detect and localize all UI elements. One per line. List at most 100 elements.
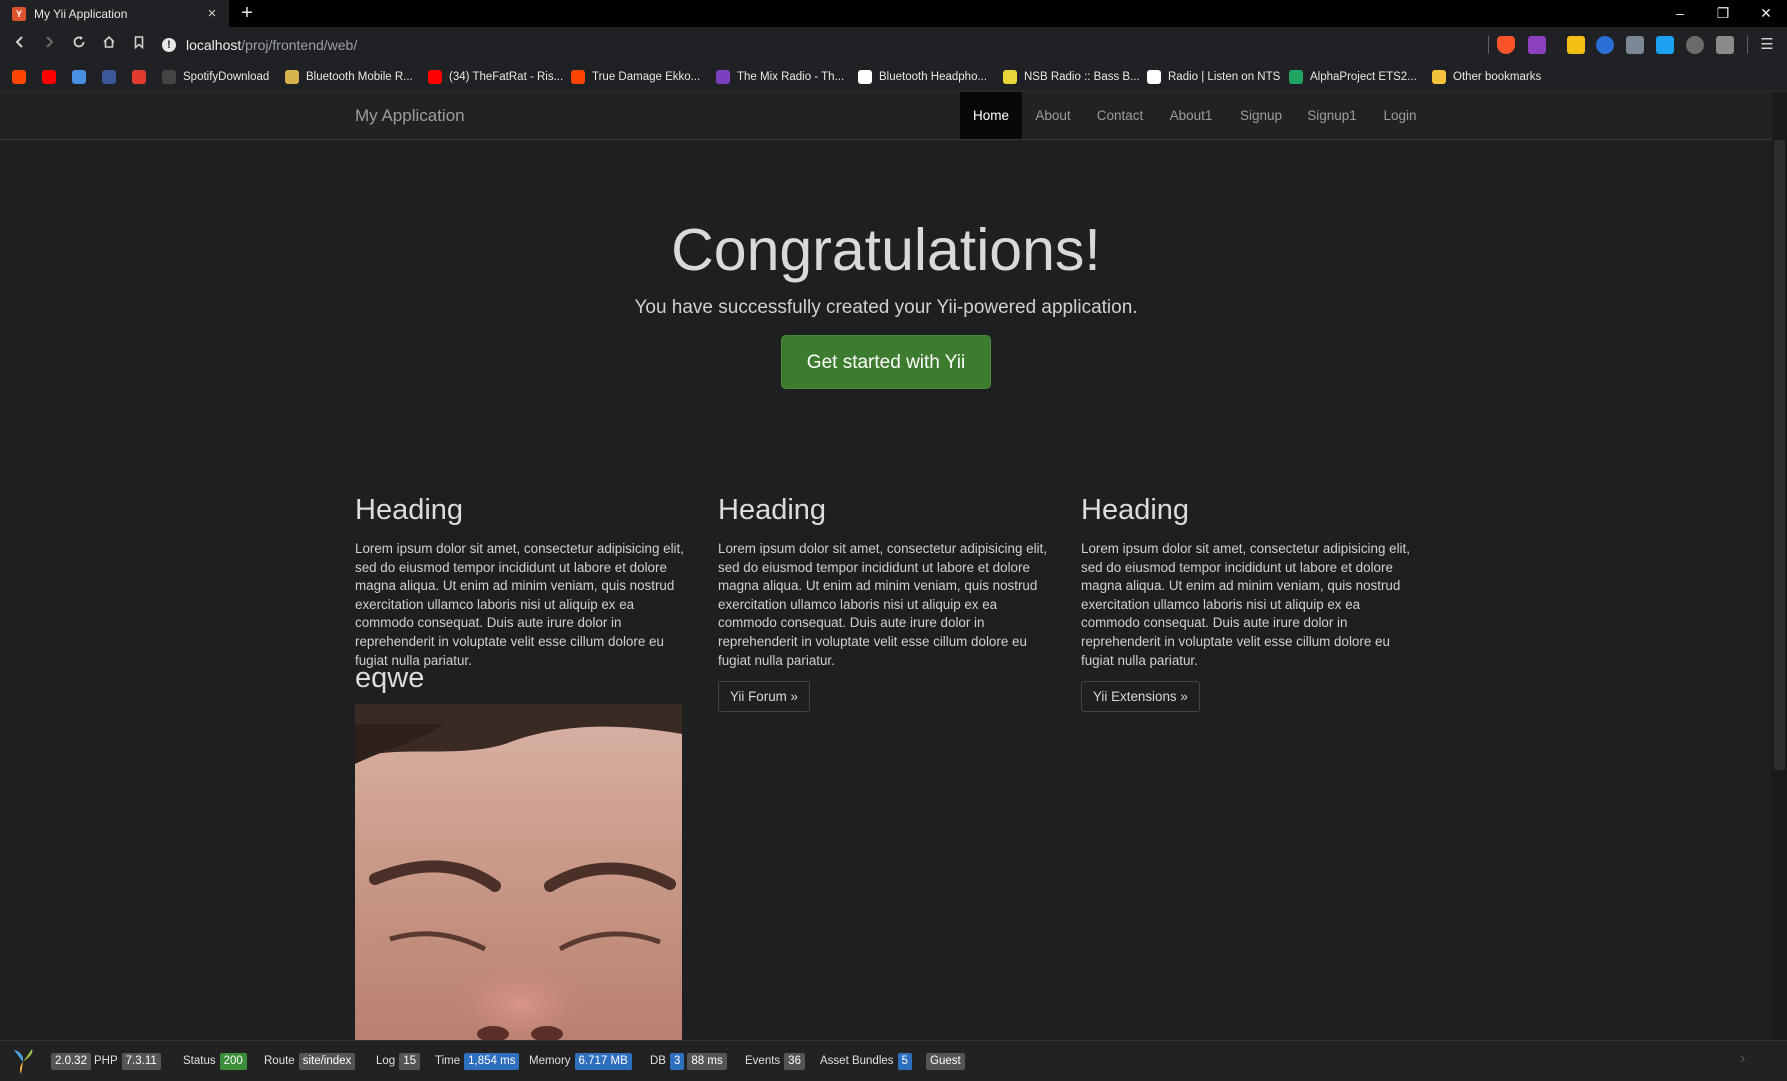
bookmark-page-icon[interactable] — [128, 34, 150, 56]
folder-icon — [1432, 70, 1446, 84]
yii-forum-button[interactable]: Yii Forum » — [718, 681, 810, 713]
forward-icon[interactable] — [38, 34, 60, 56]
user-badge: Guest — [926, 1052, 965, 1070]
debug-status[interactable]: Status 200 — [183, 1052, 250, 1070]
browser-tab[interactable]: Y My Yii Application × — [0, 0, 229, 27]
memory-badge: 6.717 MB — [574, 1052, 632, 1070]
debug-memory[interactable]: Memory 6.717 MB — [529, 1052, 635, 1070]
db-time-badge: 88 ms — [687, 1052, 727, 1070]
bookmark-item[interactable]: NSB Radio :: Bass B... — [1003, 68, 1140, 86]
bookmark-item[interactable] — [42, 68, 56, 86]
bookmark-label: Bluetooth Headpho... — [879, 71, 988, 83]
php-label: PHP — [93, 1055, 118, 1067]
db-count-badge: 3 — [669, 1052, 685, 1070]
toolbar-toggle-icon[interactable]: › — [1740, 1050, 1745, 1068]
bookmark-item[interactable]: Other bookmarks — [1432, 68, 1541, 86]
back-icon[interactable] — [9, 34, 31, 56]
nav-item-contact[interactable]: Contact — [1084, 92, 1156, 139]
bookmark-item[interactable]: True Damage Ekko... — [571, 68, 700, 86]
bookmark-label: Bluetooth Mobile R... — [306, 71, 413, 83]
debug-time[interactable]: Time 1,854 ms — [435, 1052, 522, 1070]
youtube-icon — [42, 70, 56, 84]
new-tab-button[interactable]: + — [236, 2, 258, 24]
debug-events[interactable]: Events 36 — [745, 1052, 808, 1070]
yii-logo-icon[interactable] — [8, 1046, 38, 1076]
debug-log[interactable]: Log 15 — [376, 1052, 423, 1070]
nav-item-signup[interactable]: Signup — [1226, 92, 1296, 139]
url-host: localhost — [186, 37, 242, 53]
notes-extension-icon[interactable] — [1567, 36, 1585, 54]
debug-yii-version[interactable]: 2.0.32 PHP 7.3.11 — [51, 1052, 164, 1070]
extension-icon[interactable] — [1596, 36, 1614, 54]
brave-shield-icon[interactable] — [1497, 36, 1515, 54]
x-icon — [716, 70, 730, 84]
github-icon — [162, 70, 176, 84]
address-bar: ! localhost/proj/frontend/web/ — [0, 27, 1787, 63]
toolbar-separator — [1488, 36, 1489, 54]
amazon-icon — [858, 70, 872, 84]
nav-item-login[interactable]: Login — [1368, 92, 1432, 139]
column-text: Lorem ipsum dolor sit amet, consectetur … — [355, 541, 684, 668]
debug-user[interactable]: Guest — [926, 1052, 968, 1070]
nav-item-signup1[interactable]: Signup1 — [1296, 92, 1368, 139]
column-heading: Heading — [355, 494, 464, 526]
restore-icon[interactable]: ❐ — [1702, 0, 1744, 27]
bookmark-item[interactable]: (34) TheFatRat - Ris... — [428, 68, 563, 86]
bookmarks-bar: SpotifyDownload Bluetooth Mobile R... (34)… — [0, 63, 1787, 92]
bookmark-item[interactable] — [132, 68, 146, 86]
url-field[interactable]: ! localhost/proj/frontend/web/ — [162, 32, 1482, 58]
events-label: Events — [745, 1055, 781, 1067]
asset-bundles-label: Asset Bundles — [820, 1055, 894, 1067]
get-started-button[interactable]: Get started with Yii — [781, 335, 991, 389]
site-navbar: My Application Home About Contact About1… — [0, 92, 1772, 140]
bookmark-item[interactable]: AlphaProject ETS2... — [1289, 68, 1417, 86]
nav-item-about[interactable]: About — [1022, 92, 1084, 139]
debug-asset-bundles[interactable]: Asset Bundles 5 — [820, 1052, 915, 1070]
minimize-icon[interactable]: – — [1659, 0, 1701, 27]
events-badge: 36 — [784, 1052, 805, 1070]
reload-icon[interactable] — [68, 34, 90, 56]
bookmark-item[interactable]: The Mix Radio - Th... — [716, 68, 844, 86]
yii-extensions-button[interactable]: Yii Extensions » — [1081, 681, 1200, 713]
home-icon[interactable] — [98, 34, 120, 56]
brave-rewards-icon[interactable] — [1528, 36, 1546, 54]
yii-version-badge: 2.0.32 — [51, 1052, 91, 1070]
content-column: Heading Lorem ipsum dolor sit amet, cons… — [1081, 492, 1421, 713]
scrollbar-thumb[interactable] — [1774, 140, 1785, 770]
bookmark-item[interactable]: SpotifyDownload — [162, 68, 269, 86]
bookmark-item[interactable] — [12, 68, 26, 86]
bookmark-label: SpotifyDownload — [183, 71, 270, 83]
extension-icon[interactable] — [1686, 36, 1704, 54]
extension-icon[interactable] — [1716, 36, 1734, 54]
reddit-icon — [12, 70, 26, 84]
bookmark-item[interactable]: Bluetooth Mobile R... — [285, 68, 413, 86]
reddit-icon — [571, 70, 585, 84]
route-label: Route — [264, 1055, 295, 1067]
nav-item-about1[interactable]: About1 — [1156, 92, 1226, 139]
debug-db[interactable]: DB 3 88 ms — [650, 1052, 730, 1070]
tab-title: My Yii Application — [34, 6, 128, 21]
url-path: /proj/frontend/web/ — [241, 37, 358, 53]
window-close-icon[interactable]: ✕ — [1745, 0, 1787, 27]
site-info-icon[interactable]: ! — [162, 38, 176, 52]
user-photo — [355, 704, 682, 1040]
nav-item-home[interactable]: Home — [960, 92, 1022, 139]
close-icon[interactable]: × — [205, 6, 219, 21]
debug-route[interactable]: Route site/index — [264, 1052, 358, 1070]
menu-icon[interactable]: ☰ — [1758, 36, 1776, 54]
column-text: Lorem ipsum dolor sit amet, consectetur … — [1081, 541, 1410, 668]
log-label: Log — [376, 1055, 396, 1067]
twitter-extension-icon[interactable] — [1656, 36, 1674, 54]
bookmark-item[interactable] — [102, 68, 116, 86]
content-column: Heading Lorem ipsum dolor sit amet, cons… — [355, 492, 695, 670]
extension-icon[interactable] — [1626, 36, 1644, 54]
bookmark-item[interactable]: Radio | Listen on NTS — [1147, 68, 1280, 86]
bookmark-label: NSB Radio :: Bass B... — [1024, 71, 1140, 83]
column-heading: Heading — [1081, 494, 1190, 526]
bookmark-item[interactable] — [72, 68, 86, 86]
page-title: Congratulations! — [671, 217, 1101, 283]
bookmark-item[interactable]: Bluetooth Headpho... — [858, 68, 987, 86]
sheets-icon — [1289, 70, 1303, 84]
asset-bundles-badge: 5 — [897, 1052, 912, 1070]
nts-icon — [1147, 70, 1161, 84]
